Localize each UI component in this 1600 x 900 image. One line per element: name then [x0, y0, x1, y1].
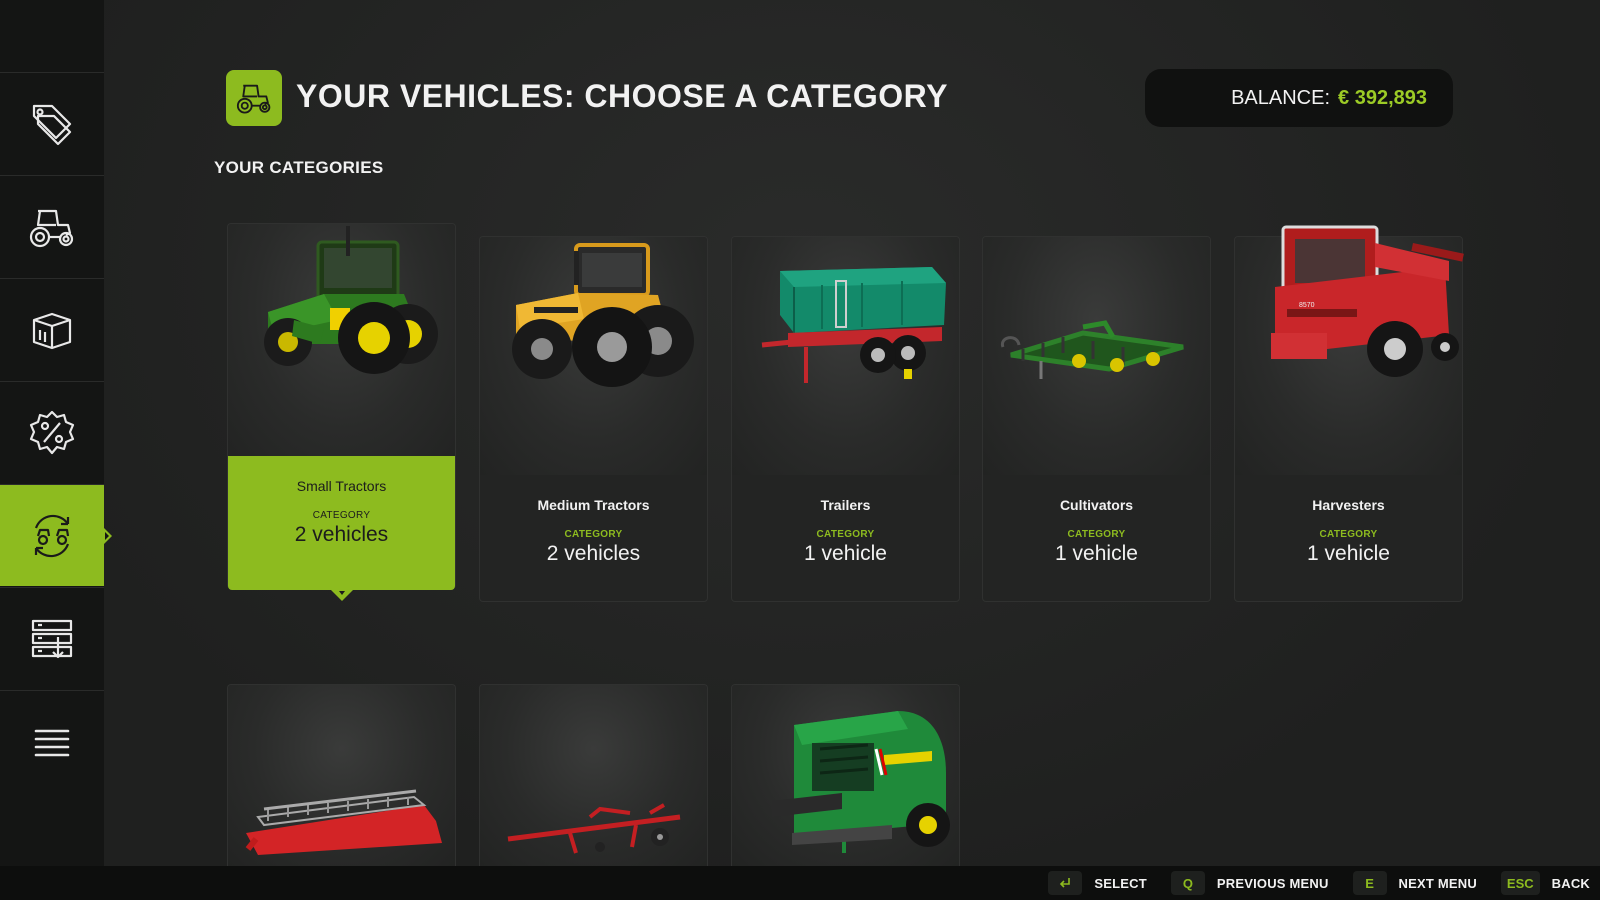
tractor-icon	[236, 84, 271, 114]
sidebar-item-your-vehicles[interactable]	[0, 484, 112, 586]
enter-icon	[1060, 878, 1071, 888]
red-harvester-image: 8570	[1271, 225, 1464, 377]
category-label: CATEGORY	[1319, 529, 1378, 540]
category-image	[732, 685, 959, 867]
controls-bar: SELECT Q PREVIOUS MENU E NEXT MENU ESC B…	[0, 866, 1600, 900]
balance-label: BALANCE:	[1231, 86, 1331, 109]
hint-back[interactable]: ESC BACK	[1500, 871, 1590, 895]
category-card-trailers[interactable]: Trailers CATEGORY 1 vehicle	[731, 236, 960, 602]
selection-indicator	[331, 590, 353, 601]
hint-label: PREVIOUS MENU	[1216, 875, 1329, 891]
hint-label: BACK	[1551, 875, 1590, 891]
category-image	[983, 237, 1210, 475]
category-name: Harvesters	[1312, 497, 1385, 513]
category-card-cultivators[interactable]: Cultivators CATEGORY 1 vehicle	[982, 236, 1211, 602]
svg-text:8570: 8570	[1299, 302, 1315, 309]
hint-previous-menu[interactable]: Q PREVIOUS MENU	[1170, 871, 1329, 895]
category-name: Medium Tractors	[537, 497, 650, 513]
sidebar-item-leasing[interactable]	[0, 587, 104, 689]
category-card-small-tractors[interactable]: Small Tractors CATEGORY 2 vehicles	[227, 223, 456, 601]
category-name: Trailers	[820, 497, 871, 513]
category-card-balers[interactable]	[731, 684, 960, 874]
category-card-headers[interactable]	[227, 684, 456, 874]
sidebar-item-sales[interactable]	[0, 381, 104, 483]
page-title: YOUR VEHICLES: CHOOSE A CATEGORY	[296, 78, 948, 114]
hint-select[interactable]: SELECT	[1048, 871, 1147, 895]
title-tractor-icon	[226, 70, 282, 126]
category-count: 1 vehicle	[804, 542, 887, 565]
category-name: Cultivators	[1059, 497, 1134, 513]
green-cultivator-image	[1000, 320, 1184, 379]
category-label: CATEGORY	[816, 529, 875, 540]
green-tractor-image	[264, 226, 438, 374]
category-label: CATEGORY	[312, 510, 371, 521]
category-name: Small Tractors	[296, 478, 387, 494]
discount-badge-icon	[29, 410, 75, 454]
category-image	[228, 685, 455, 867]
category-count: 1 vehicle	[1307, 542, 1390, 565]
teal-trailer-image	[761, 267, 946, 383]
hint-label: NEXT MENU	[1398, 875, 1477, 891]
active-indicator	[103, 527, 112, 545]
key-esc: ESC	[1500, 871, 1540, 895]
sidebar-item-vehicles[interactable]	[0, 175, 104, 277]
category-card-header-trailers[interactable]	[479, 684, 708, 874]
category-info: Harvesters CATEGORY 1 vehicle	[1235, 475, 1462, 601]
category-label: CATEGORY	[564, 529, 623, 540]
category-image	[480, 237, 707, 475]
section-title: YOUR CATEGORIES	[214, 158, 384, 177]
sidebar-item-prices[interactable]	[0, 72, 104, 174]
hint-label: SELECT	[1094, 875, 1147, 891]
category-card-medium-tractors[interactable]: Medium Tractors CATEGORY 2 vehicles	[479, 236, 708, 602]
category-info: Cultivators CATEGORY 1 vehicle	[983, 475, 1210, 601]
category-info: Small Tractors CATEGORY 2 vehicles	[228, 456, 455, 590]
category-count: 2 vehicles	[294, 523, 389, 546]
hint-next-menu[interactable]: E NEXT MENU	[1352, 871, 1477, 895]
category-count: 1 vehicle	[1055, 542, 1138, 565]
category-image	[732, 237, 959, 475]
balance-value: € 392,893	[1338, 86, 1427, 109]
sidebar-item-menu[interactable]	[0, 690, 104, 792]
category-info: Trailers CATEGORY 1 vehicle	[732, 475, 959, 601]
category-count: 2 vehicles	[546, 542, 641, 565]
tractor-icon	[29, 209, 74, 247]
key-q: Q	[1170, 871, 1205, 895]
vehicles-screen: YOUR VEHICLES: CHOOSE A CATEGORY BALANCE…	[0, 0, 1600, 900]
category-label: CATEGORY	[1067, 529, 1126, 540]
balance-display: BALANCE: € 392,893	[1145, 69, 1453, 127]
list-menu-icon	[34, 729, 70, 756]
category-image	[228, 224, 455, 464]
key-enter	[1048, 871, 1083, 895]
sidebar-item-storage[interactable]	[0, 278, 104, 380]
sidebar	[0, 0, 112, 866]
key-e: E	[1352, 871, 1387, 895]
category-card-harvesters[interactable]: 8570 Harvesters CATEGORY 1 vehicle	[1234, 225, 1464, 602]
vehicle-cycle-icon	[34, 514, 70, 557]
yellow-tractor-image	[512, 243, 694, 387]
category-image	[480, 685, 707, 867]
storage-rack-icon	[31, 619, 73, 658]
category-info: Medium Tractors CATEGORY 2 vehicles	[480, 475, 707, 601]
price-tags-icon	[32, 104, 72, 145]
category-image: 8570	[1235, 225, 1464, 475]
crate-icon	[32, 312, 72, 349]
